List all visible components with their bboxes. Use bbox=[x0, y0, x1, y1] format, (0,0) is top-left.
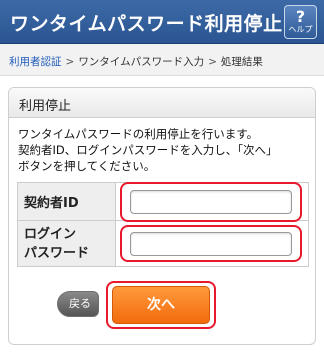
login-password-input[interactable] bbox=[130, 231, 292, 256]
description-line: 契約者ID、ログインパスワードを入力し、「次へ」 bbox=[18, 143, 278, 157]
question-mark-icon: ? bbox=[295, 7, 306, 26]
breadcrumb-separator: > bbox=[65, 56, 75, 68]
contract-id-label: 契約者ID bbox=[17, 182, 116, 221]
login-password-label: ログイン パスワード bbox=[17, 220, 116, 267]
help-button[interactable]: ? ヘルプ bbox=[284, 5, 317, 39]
breadcrumb-result: 処理結果 bbox=[220, 56, 263, 68]
breadcrumb-separator: > bbox=[208, 56, 217, 68]
login-form: 契約者ID ログイン パスワード bbox=[17, 182, 309, 267]
contract-id-input[interactable] bbox=[130, 189, 292, 214]
page-title: ワンタイムパスワード利用停止 bbox=[10, 13, 283, 35]
breadcrumb-otp-input: ワンタイムパスワード入力 bbox=[78, 56, 205, 68]
login-password-label-line1: ログイン bbox=[24, 226, 77, 242]
breadcrumb: 利用者認証 > ワンタイムパスワード入力 > 処理結果 bbox=[0, 44, 324, 76]
panel-description: ワンタイムパスワードの利用停止を行います。 契約者ID、ログインパスワードを入力… bbox=[18, 126, 310, 174]
description-line: ワンタイムパスワードの利用停止を行います。 bbox=[18, 127, 259, 141]
login-password-label-line2: パスワード bbox=[24, 245, 90, 261]
description-line: ボタンを押してください。 bbox=[18, 159, 156, 173]
panel-title: 利用停止 bbox=[9, 88, 315, 118]
app-header: ワンタイムパスワード利用停止 ? ヘルプ bbox=[0, 0, 324, 44]
next-button[interactable]: 次へ bbox=[112, 286, 210, 324]
breadcrumb-user-auth[interactable]: 利用者認証 bbox=[9, 56, 62, 68]
back-button[interactable]: 戻る bbox=[57, 291, 99, 317]
help-label: ヘルプ bbox=[288, 25, 313, 34]
